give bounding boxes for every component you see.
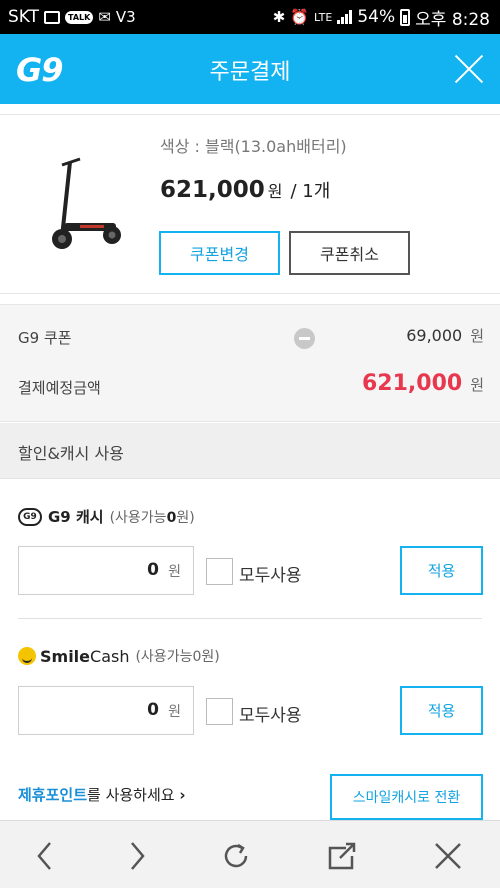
g9-cash-use-all-checkbox[interactable] <box>206 558 233 585</box>
smile-cash-amount-input[interactable]: 0 원 <box>18 686 194 735</box>
payment-amount: 621,000 원 <box>362 371 484 396</box>
smile-cash-apply-button[interactable]: 적용 <box>400 686 483 735</box>
back-icon[interactable] <box>28 839 62 873</box>
partner-points-link[interactable]: 제휴포인트를 사용하세요 › <box>18 784 186 805</box>
coupon-unit: 원 <box>470 327 484 345</box>
alarm-icon: ⏰ <box>290 8 310 26</box>
chevron-right-icon: › <box>179 786 186 804</box>
partner-points-label[interactable]: 제휴포인트 <box>18 786 87 804</box>
discount-section-header: 할인&캐시 사용 <box>0 423 500 479</box>
gallery-icon <box>44 10 61 24</box>
scooter-icon <box>52 157 121 249</box>
carrier-label: SKT <box>8 7 40 27</box>
payment-value: 621,000 <box>361 371 463 396</box>
smile-cash-use-all-label[interactable]: 모두사용 <box>239 701 302 726</box>
coupon-label: G9 쿠폰 <box>18 329 72 347</box>
refresh-icon[interactable] <box>219 839 253 873</box>
close-button[interactable] <box>452 52 486 86</box>
page-title: 주문결제 <box>209 60 291 85</box>
discount-section-title: 할인&캐시 사용 <box>18 444 124 463</box>
g9-cash-icon: G9 <box>18 507 42 526</box>
chat-icon: ✉ <box>98 8 111 26</box>
product-quantity: / 1개 <box>290 181 331 202</box>
g9-cash-apply-button[interactable]: 적용 <box>400 546 483 595</box>
v3-icon: V3 <box>115 8 136 26</box>
g9-cash-label: G9 G9 캐시 (사용가능0원) <box>18 506 195 527</box>
clock: 오후 8:28 <box>415 9 490 30</box>
product-price: 621,000 원 / 1개 <box>160 177 330 203</box>
talk-icon: TALK <box>65 10 94 24</box>
remove-coupon-icon[interactable] <box>294 328 315 349</box>
smile-cash-label: SmileCash (사용가능0원) <box>18 646 220 666</box>
g9-cash-use-all-label[interactable]: 모두사용 <box>239 561 302 586</box>
smile-cash-icon <box>18 647 36 665</box>
forward-icon[interactable] <box>120 839 154 873</box>
partner-points-text: 를 사용하세요 <box>87 786 175 804</box>
product-card: 색상 : 블랙(13.0ah배터리) 621,000 원 / 1개 쿠폰변경 쿠… <box>0 114 500 294</box>
coupon-amount: 69,000 원 <box>406 325 484 346</box>
smile-cash-available: (사용가능0원) <box>135 649 220 665</box>
browser-bottom-nav <box>0 820 500 888</box>
battery-icon <box>400 8 411 26</box>
price-unit: 원 <box>267 182 283 201</box>
g9-cash-available: (사용가능0원) <box>109 509 195 526</box>
payment-summary: G9 쿠폰 69,000 원 결제예정금액 621,000 원 <box>0 304 500 422</box>
product-image <box>40 145 130 255</box>
battery-percent: 54% <box>357 7 396 27</box>
g9-cash-unit: 원 <box>168 564 181 580</box>
status-bar-left: SKT TALK ✉ V3 <box>8 0 136 34</box>
g9-cash-amount: 0 <box>147 560 159 580</box>
product-option: 색상 : 블랙(13.0ah배터리) <box>160 137 347 156</box>
coupon-cancel-button[interactable]: 쿠폰취소 <box>289 231 410 275</box>
status-bar-right: ✱ ⏰ LTE 54% 오후 8:28 <box>273 0 490 34</box>
coupon-change-button[interactable]: 쿠폰변경 <box>159 231 280 275</box>
smile-cash-unit: 원 <box>168 704 181 720</box>
divider <box>18 618 482 619</box>
g9-cash-name: G9 캐시 <box>48 508 104 526</box>
switch-smile-cash-button[interactable]: 스마일캐시로 전환 <box>330 774 483 820</box>
network-type: LTE <box>314 10 333 24</box>
payment-label: 결제예정금액 <box>18 379 101 397</box>
coupon-value: 69,000 <box>406 326 463 345</box>
price-value: 621,000 <box>160 177 265 203</box>
signal-icon <box>337 10 353 24</box>
smile-cash-use-all-checkbox[interactable] <box>206 698 233 725</box>
g9-cash-amount-input[interactable]: 0 원 <box>18 546 194 595</box>
smile-cash-name: SmileCash <box>40 646 130 666</box>
bluetooth-icon: ✱ <box>272 8 286 26</box>
smile-cash-amount: 0 <box>147 700 159 720</box>
status-bar: SKT TALK ✉ V3 ✱ ⏰ LTE 54% 오후 8:28 <box>0 0 500 34</box>
app-header: G9 주문결제 <box>0 34 500 104</box>
close-icon[interactable] <box>431 839 465 873</box>
payment-unit: 원 <box>470 376 484 394</box>
share-icon[interactable] <box>325 839 359 873</box>
